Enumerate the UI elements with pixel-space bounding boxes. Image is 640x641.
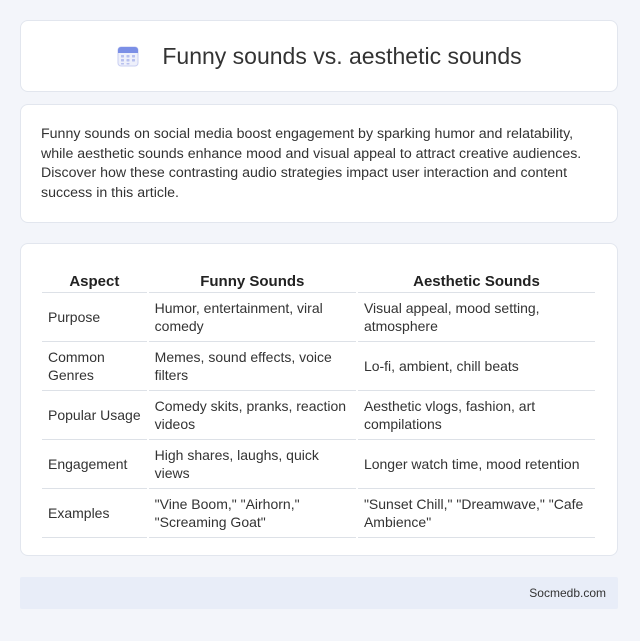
table-card: Aspect Funny Sounds Aesthetic Sounds Pur…	[20, 243, 618, 556]
table-cell-aesthetic: "Sunset Chill," "Dreamwave," "Cafe Ambie…	[357, 488, 595, 538]
title-wrap: Funny sounds vs. aesthetic sounds	[116, 42, 522, 70]
table-cell-aesthetic: Lo-fi, ambient, chill beats	[357, 341, 595, 390]
column-header-aspect: Aspect	[69, 273, 120, 290]
table-cell-aspect: Examples	[42, 488, 147, 538]
column-header-aesthetic-sounds: Aesthetic Sounds	[413, 273, 540, 290]
table-cell-aesthetic: Longer watch time, mood retention	[357, 439, 595, 488]
footer-bar: Socmedb.com	[20, 577, 618, 609]
table-cell-aspect: Engagement	[42, 439, 147, 488]
intro-text: Funny sounds on social media boost engag…	[41, 126, 582, 201]
page-title: Funny sounds vs. aesthetic sounds	[162, 42, 522, 69]
table-row: Engagement High shares, laughs, quick vi…	[42, 439, 595, 488]
table-row: Purpose Humor, entertainment, viral come…	[42, 292, 595, 341]
table-cell-aesthetic: Aesthetic vlogs, fashion, art compilatio…	[357, 390, 595, 439]
table-cell-funny: Memes, sound effects, voice filters	[148, 341, 356, 390]
title-card: Funny sounds vs. aesthetic sounds	[20, 20, 618, 92]
comparison-table: Aspect Funny Sounds Aesthetic Sounds Pur…	[40, 264, 597, 538]
table-row: Examples "Vine Boom," "Airhorn," "Scream…	[42, 488, 595, 538]
table-cell-aspect: Popular Usage	[42, 390, 147, 439]
table-header-row: Aspect Funny Sounds Aesthetic Sounds	[42, 264, 595, 292]
column-header-funny-sounds: Funny Sounds	[200, 273, 305, 290]
table-cell-funny: Comedy skits, pranks, reaction videos	[148, 390, 356, 439]
table-cell-aspect: Common Genres	[42, 341, 147, 390]
table-cell-funny: Humor, entertainment, viral comedy	[148, 292, 356, 341]
calendar-icon	[117, 46, 139, 67]
table-cell-funny: High shares, laughs, quick views	[148, 439, 356, 488]
table-row: Popular Usage Comedy skits, pranks, reac…	[42, 390, 595, 439]
table-cell-funny: "Vine Boom," "Airhorn," "Screaming Goat"	[148, 488, 356, 538]
table-cell-aesthetic: Visual appeal, mood setting, atmosphere	[357, 292, 595, 341]
table-row: Common Genres Memes, sound effects, voic…	[42, 341, 595, 390]
table-cell-aspect: Purpose	[42, 292, 147, 341]
intro-card: Funny sounds on social media boost engag…	[20, 104, 618, 223]
footer-site-link[interactable]: Socmedb.com	[529, 586, 606, 600]
